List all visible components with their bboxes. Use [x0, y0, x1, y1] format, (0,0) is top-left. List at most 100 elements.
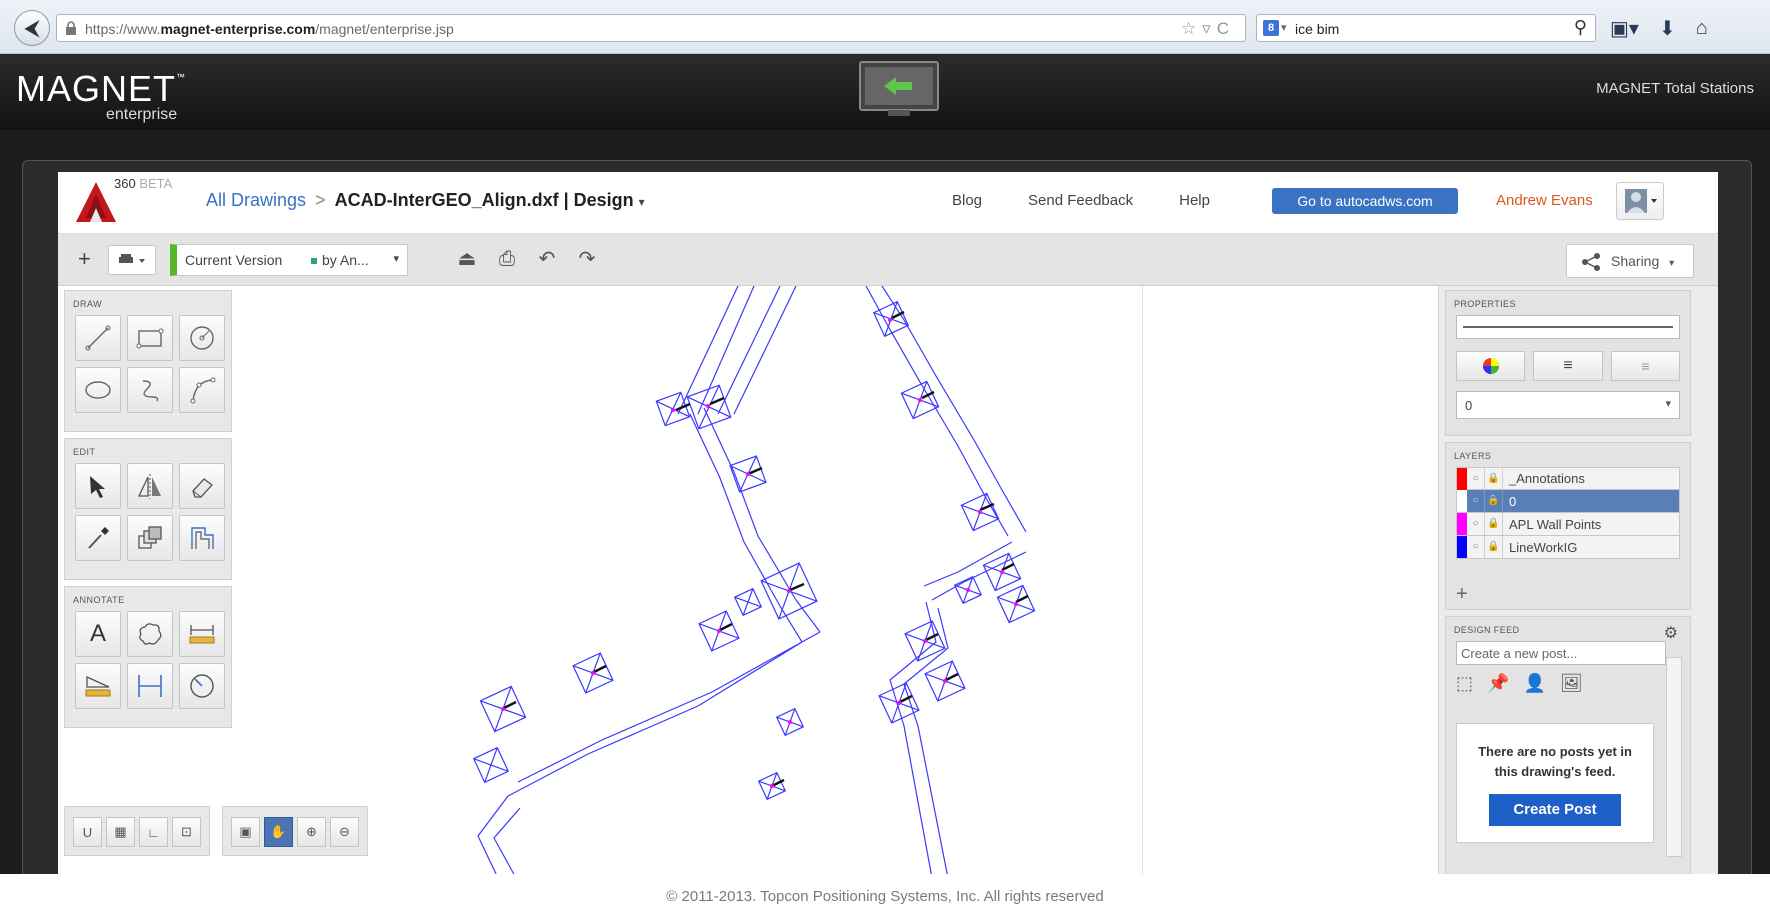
- navigation-tools: ▣ ✋ ⊕ ⊖: [222, 806, 368, 856]
- image-icon[interactable]: 🖼: [1560, 673, 1583, 694]
- gear-icon[interactable]: ⚙: [1664, 623, 1678, 643]
- layer-color-swatch: [1457, 490, 1467, 512]
- layer-row[interactable]: ○ 🔒 APL Wall Points: [1456, 513, 1680, 536]
- eraser-icon: [192, 478, 213, 498]
- circle-icon: [190, 326, 214, 350]
- line-tool[interactable]: [75, 315, 121, 361]
- redo-icon[interactable]: ↷: [574, 246, 600, 272]
- go-to-autocadws-button[interactable]: Go to autocadws.com: [1272, 188, 1458, 214]
- view-toolbar: U ▦ ∟ ⊡ ▣ ✋ ⊕ ⊖: [64, 806, 398, 858]
- lock-icon[interactable]: 🔒: [1485, 536, 1503, 558]
- lineweight-button[interactable]: ≡: [1533, 351, 1603, 381]
- select-tool[interactable]: [75, 463, 121, 509]
- add-user-icon[interactable]: 👤: [1523, 673, 1545, 694]
- download-icon[interactable]: ⬇: [1659, 16, 1676, 41]
- rectangle-tool[interactable]: [127, 315, 173, 361]
- upload-icon[interactable]: ⏏: [454, 246, 480, 272]
- freehand-icon: [142, 380, 159, 402]
- feed-empty-state: There are no posts yet in this drawing's…: [1456, 723, 1654, 843]
- cloud-tool[interactable]: [127, 611, 173, 657]
- all-drawings-link[interactable]: All Drawings: [206, 190, 306, 210]
- search-icon[interactable]: ⚲: [1574, 17, 1587, 38]
- area-measure-tool[interactable]: [75, 663, 121, 709]
- back-button[interactable]: ⮜: [14, 10, 50, 46]
- file-title[interactable]: ACAD-InterGEO_Align.dxf | Design: [335, 190, 634, 210]
- erase-tool[interactable]: [179, 463, 225, 509]
- window-icon[interactable]: ▣▾: [1610, 16, 1639, 41]
- layer-lock-dropdown[interactable]: [108, 245, 156, 275]
- eyedropper-tool[interactable]: [75, 515, 121, 561]
- pan-hand-icon[interactable]: ✋: [264, 817, 293, 847]
- grid-icon[interactable]: ▦: [106, 817, 135, 847]
- chevron-down-icon[interactable]: ▾: [639, 195, 645, 209]
- nav-help[interactable]: Help: [1179, 192, 1210, 209]
- zoom-out-icon[interactable]: ⊖: [330, 817, 359, 847]
- cad-drawing[interactable]: [58, 286, 1438, 878]
- circle-tool[interactable]: [179, 315, 225, 361]
- address-bar[interactable]: https://www.magnet-enterprise.com/magnet…: [56, 14, 1246, 42]
- autocad-logo-icon: [76, 182, 116, 222]
- visibility-icon[interactable]: ○: [1467, 513, 1485, 535]
- user-name-link[interactable]: Andrew Evans: [1496, 192, 1593, 209]
- version-dropdown[interactable]: Current Version by An... ▾: [170, 244, 408, 276]
- edit-palette: EDIT: [64, 438, 232, 580]
- create-post-button[interactable]: Create Post: [1489, 794, 1621, 826]
- polar-icon[interactable]: ⊡: [172, 817, 201, 847]
- google-icon[interactable]: 8: [1263, 20, 1279, 36]
- magnet-total-stations-link[interactable]: MAGNET Total Stations: [1596, 80, 1754, 97]
- text-icon: A: [89, 620, 106, 647]
- array-tool[interactable]: [127, 515, 173, 561]
- offset-tool[interactable]: [179, 515, 225, 561]
- linetype-selector[interactable]: [1456, 315, 1680, 339]
- search-engine-dropdown-icon[interactable]: ▾: [1281, 21, 1287, 34]
- home-icon[interactable]: ⌂: [1696, 17, 1708, 40]
- aligned-dimension-tool[interactable]: [127, 663, 173, 709]
- layout-icon[interactable]: ▣: [231, 817, 260, 847]
- radius-dimension-tool[interactable]: [179, 663, 225, 709]
- lock-icon[interactable]: 🔒: [1485, 513, 1503, 535]
- layers-panel: LAYERS ○ 🔒 _Annotations ○ 🔒 0 ○ 🔒 APL Wa…: [1445, 442, 1691, 610]
- lock-icon[interactable]: 🔒: [1485, 467, 1503, 490]
- pin-icon[interactable]: 📌: [1487, 673, 1509, 694]
- arc-tool[interactable]: [179, 367, 225, 413]
- undo-icon[interactable]: ↶: [534, 246, 560, 272]
- linestyle-button[interactable]: ≡: [1610, 351, 1680, 381]
- print-icon[interactable]: ⎙: [494, 246, 520, 272]
- user-menu-button[interactable]: [1616, 182, 1664, 220]
- layer-select[interactable]: 0: [1456, 391, 1680, 419]
- bookmark-star-icon[interactable]: ☆▿C: [1181, 19, 1235, 39]
- sharing-button[interactable]: Sharing ▾: [1566, 244, 1694, 278]
- visibility-icon[interactable]: ○: [1467, 536, 1485, 558]
- feed-scrollbar[interactable]: [1666, 657, 1682, 857]
- annotate-palette: ANNOTATE A: [64, 586, 232, 728]
- linear-dimension-tool[interactable]: [179, 611, 225, 657]
- ortho-icon[interactable]: ∟: [139, 817, 168, 847]
- snapshot-region-icon[interactable]: ⬚: [1456, 673, 1473, 694]
- nav-blog[interactable]: Blog: [952, 192, 982, 209]
- search-bar[interactable]: 8 ▾ ice bim ⚲: [1256, 14, 1596, 42]
- color-wheel-button[interactable]: [1456, 351, 1526, 381]
- new-post-input[interactable]: Create a new post...: [1456, 641, 1666, 665]
- visibility-icon[interactable]: ○: [1467, 467, 1485, 490]
- text-tool[interactable]: A: [75, 611, 121, 657]
- add-layer-icon[interactable]: +: [1456, 583, 1468, 606]
- snap-button[interactable]: U: [73, 817, 102, 847]
- add-icon[interactable]: +: [78, 246, 91, 272]
- freehand-tool[interactable]: [127, 367, 173, 413]
- edit-title: EDIT: [73, 447, 96, 457]
- search-input[interactable]: ice bim: [1295, 21, 1339, 37]
- drawing-canvas[interactable]: DRAW EDIT ANNOTATE A U ▦ ∟ ⊡ ▣ ✋ ⊕ ⊖ PRO…: [58, 286, 1718, 878]
- autocad-360-app: 360 BETA All Drawings > ACAD-InterGEO_Al…: [58, 172, 1718, 878]
- zoom-in-icon[interactable]: ⊕: [297, 817, 326, 847]
- nav-send-feedback[interactable]: Send Feedback: [1028, 192, 1133, 209]
- layer-row[interactable]: ○ 🔒 0: [1456, 490, 1680, 513]
- layer-row[interactable]: ○ 🔒 _Annotations: [1456, 467, 1680, 490]
- properties-title: PROPERTIES: [1454, 299, 1516, 309]
- monitor-back-icon[interactable]: [856, 60, 942, 120]
- lock-icon[interactable]: 🔒: [1485, 490, 1503, 512]
- layer-row[interactable]: ○ 🔒 LineWorkIG: [1456, 536, 1680, 559]
- visibility-icon[interactable]: ○: [1467, 490, 1485, 512]
- share-icon: [1582, 253, 1600, 271]
- mirror-tool[interactable]: [127, 463, 173, 509]
- ellipse-tool[interactable]: [75, 367, 121, 413]
